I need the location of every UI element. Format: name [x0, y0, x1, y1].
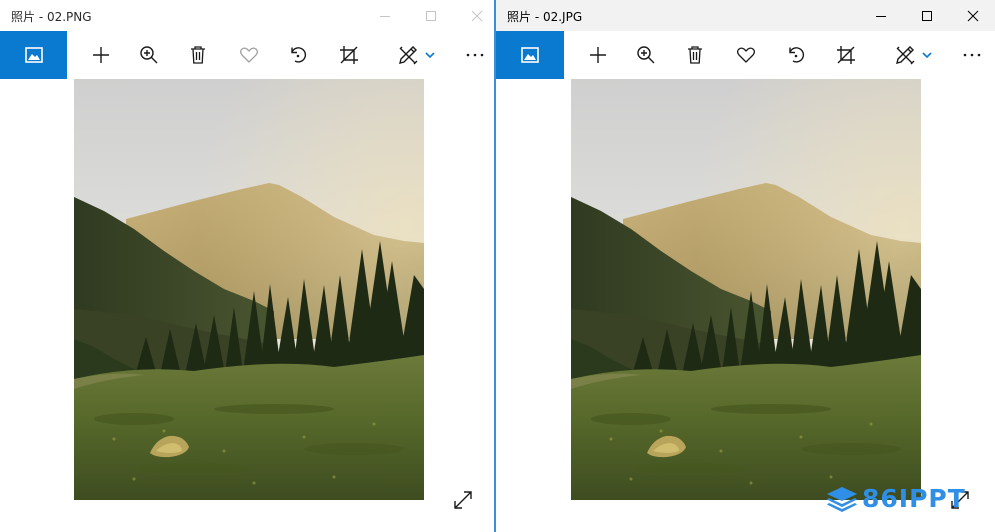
zoom-in-icon	[140, 46, 158, 64]
delete-icon	[688, 46, 702, 64]
delete-button[interactable]	[178, 31, 218, 79]
crop-button[interactable]	[329, 31, 369, 79]
minimize-button[interactable]	[858, 0, 904, 31]
toolbar	[0, 31, 494, 79]
maximize-icon	[922, 10, 932, 21]
minimize-button[interactable]	[362, 0, 408, 31]
favorite-button[interactable]	[229, 31, 269, 79]
layers-logo-icon	[827, 487, 857, 512]
maximize-button[interactable]	[904, 0, 950, 31]
more-button[interactable]	[952, 31, 992, 79]
zoom-in-button[interactable]	[129, 31, 169, 79]
full-screen-button[interactable]	[448, 485, 478, 515]
add-icon	[93, 47, 109, 63]
crop-button[interactable]	[826, 31, 866, 79]
favorite-icon	[239, 47, 259, 63]
crop-icon	[340, 46, 358, 64]
chevron-down-icon	[922, 52, 932, 59]
rotate-button[interactable]	[776, 31, 816, 79]
more-button[interactable]	[455, 31, 494, 79]
edit-create-dropdown[interactable]	[418, 31, 442, 79]
photo-view[interactable]	[571, 79, 921, 500]
window-title: 照片 - 02.JPG	[507, 10, 583, 24]
rotate-icon	[789, 47, 805, 63]
minimize-icon	[380, 15, 390, 17]
toolbar	[496, 31, 995, 79]
edit-create-icon	[399, 46, 418, 65]
photos-app-button[interactable]	[496, 31, 564, 79]
favorite-button[interactable]	[726, 31, 766, 79]
window-title: 照片 - 02.PNG	[11, 10, 92, 24]
maximize-icon	[426, 10, 436, 21]
close-icon	[471, 10, 483, 21]
more-icon	[466, 53, 484, 57]
delete-button[interactable]	[675, 31, 715, 79]
edit-create-icon	[896, 46, 915, 65]
close-button[interactable]	[950, 0, 995, 31]
close-button[interactable]	[454, 0, 494, 31]
zoom-in-icon	[637, 46, 655, 64]
rotate-icon	[291, 47, 307, 63]
photos-app-icon	[521, 47, 539, 63]
title-bar[interactable]: 照片 - 02.JPG	[496, 0, 995, 31]
watermark-text: 86IPPT	[862, 484, 966, 513]
add-icon	[590, 47, 606, 63]
photos-app-button[interactable]	[0, 31, 67, 79]
minimize-icon	[876, 15, 886, 17]
rotate-button[interactable]	[278, 31, 318, 79]
photos-window-left: 照片 - 02.PNG	[0, 0, 494, 532]
add-button[interactable]	[578, 31, 618, 79]
expand-icon	[454, 491, 472, 509]
mountain-meadow-photo	[571, 79, 921, 500]
photo-view[interactable]	[74, 79, 424, 500]
delete-icon	[191, 46, 205, 64]
crop-icon	[837, 46, 855, 64]
more-icon	[963, 53, 981, 57]
watermark: 86IPPT	[826, 484, 991, 514]
zoom-in-button[interactable]	[626, 31, 666, 79]
edit-create-dropdown[interactable]	[915, 31, 939, 79]
favorite-icon	[736, 47, 756, 63]
chevron-down-icon	[425, 52, 435, 59]
photos-app-icon	[24, 47, 43, 63]
title-bar[interactable]: 照片 - 02.PNG	[0, 0, 494, 31]
maximize-button[interactable]	[408, 0, 454, 31]
add-button[interactable]	[81, 31, 121, 79]
desktop: 照片 - 02.PNG 照片 - 02.JPG 86IPPT	[0, 0, 995, 532]
mountain-meadow-photo	[74, 79, 424, 500]
close-icon	[967, 10, 979, 21]
photos-window-right: 照片 - 02.JPG	[496, 0, 995, 532]
